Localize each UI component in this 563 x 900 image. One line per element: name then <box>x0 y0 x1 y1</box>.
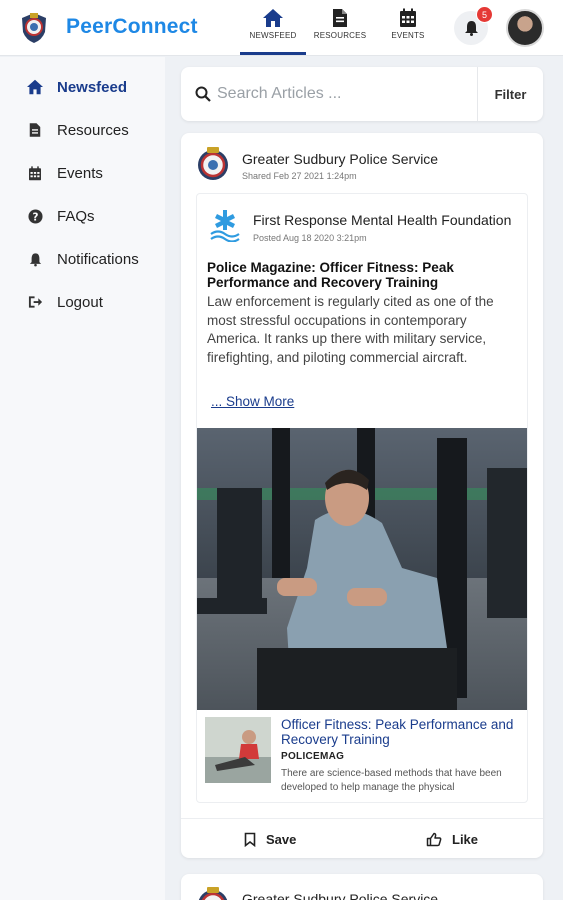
document-icon <box>29 123 41 137</box>
sidebar-item-events[interactable]: Events <box>24 161 103 185</box>
nav-events[interactable]: EVENTS <box>373 8 443 40</box>
sidebar-item-newsfeed[interactable]: Newsfeed <box>24 75 127 99</box>
bookmark-icon <box>244 832 256 847</box>
post-card: Greater Sudbury Police Service Shared Fe… <box>181 133 543 858</box>
sidebar-item-faqs[interactable]: ? FAQs <box>24 204 95 228</box>
sidebar: Newsfeed Resources Events ? FAQs Notific… <box>0 57 165 900</box>
sidebar-item-label: Logout <box>57 293 103 311</box>
article-excerpt: Law enforcement is regularly cited as on… <box>207 294 494 365</box>
foundation-logo-icon <box>210 210 240 242</box>
save-button-label: Save <box>266 831 297 847</box>
link-preview-description: There are science-based methods that hav… <box>281 768 502 793</box>
search-input[interactable] <box>217 81 467 107</box>
logout-icon <box>28 296 42 308</box>
shared-post-timestamp: Posted Aug 18 2020 3:21pm <box>253 233 367 243</box>
post-author[interactable]: Greater Sudbury Police Service <box>242 891 438 900</box>
link-preview-source: POLICEMAG <box>281 751 345 762</box>
calendar-icon <box>29 165 41 180</box>
svg-text:?: ? <box>32 211 38 223</box>
police-crest-avatar-icon <box>198 147 228 180</box>
like-button[interactable]: Like <box>426 819 478 859</box>
sidebar-item-label: Notifications <box>57 250 139 268</box>
bell-icon <box>465 21 478 36</box>
thumbs-up-icon <box>426 832 442 846</box>
search-icon <box>195 86 211 102</box>
filter-button[interactable]: Filter <box>477 67 543 121</box>
sidebar-item-label: FAQs <box>57 207 95 225</box>
sidebar-item-label: Resources <box>57 121 129 139</box>
post-card: Greater Sudbury Police Service <box>181 874 543 900</box>
article-headline: Police Magazine: Officer Fitness: Peak P… <box>207 260 454 290</box>
nav-newsfeed[interactable]: NEWSFEED <box>238 8 308 55</box>
gym-photo-image[interactable] <box>197 428 527 710</box>
sidebar-item-logout[interactable]: Logout <box>24 290 103 314</box>
link-preview-title[interactable]: Officer Fitness: Peak Performance and Re… <box>281 717 516 747</box>
post-author[interactable]: Greater Sudbury Police Service <box>242 151 438 167</box>
brand-name[interactable]: PeerConnect <box>66 15 198 39</box>
show-more-link[interactable]: ... Show More <box>211 394 294 409</box>
active-tab-indicator <box>240 52 306 55</box>
article-thumbnail-image <box>205 717 271 783</box>
user-avatar[interactable] <box>506 9 544 47</box>
search-bar: Filter <box>181 67 543 121</box>
police-crest-logo-icon[interactable] <box>20 12 48 44</box>
police-crest-avatar-icon <box>198 887 228 900</box>
top-bar: PeerConnect NEWSFEED RESOURCES EVENTS 5 <box>0 0 563 56</box>
notifications-button[interactable]: 5 <box>454 6 493 45</box>
shared-post: First Response Mental Health Foundation … <box>196 193 528 803</box>
notification-count-badge: 5 <box>476 6 493 23</box>
sidebar-item-label: Events <box>57 164 103 182</box>
post-timestamp: Shared Feb 27 2021 1:24pm <box>242 171 357 181</box>
sidebar-item-notifications[interactable]: Notifications <box>24 247 139 271</box>
link-preview[interactable]: Officer Fitness: Peak Performance and Re… <box>205 717 521 797</box>
home-icon <box>27 79 43 95</box>
sidebar-item-label: Newsfeed <box>57 78 128 96</box>
like-button-label: Like <box>452 831 479 847</box>
nav-newsfeed-label: NEWSFEED <box>249 31 297 40</box>
document-icon <box>333 9 347 27</box>
sidebar-item-resources[interactable]: Resources <box>24 118 129 142</box>
nav-resources[interactable]: RESOURCES <box>305 8 375 40</box>
nav-resources-label: RESOURCES <box>313 31 367 40</box>
shared-post-author[interactable]: First Response Mental Health Foundation <box>253 212 511 228</box>
nav-events-label: EVENTS <box>391 31 425 40</box>
calendar-icon <box>400 8 416 27</box>
question-icon: ? <box>27 208 43 224</box>
save-button[interactable]: Save <box>244 819 296 859</box>
bell-icon <box>29 252 41 266</box>
home-icon <box>263 9 283 27</box>
post-actions: Save Like <box>181 818 543 858</box>
